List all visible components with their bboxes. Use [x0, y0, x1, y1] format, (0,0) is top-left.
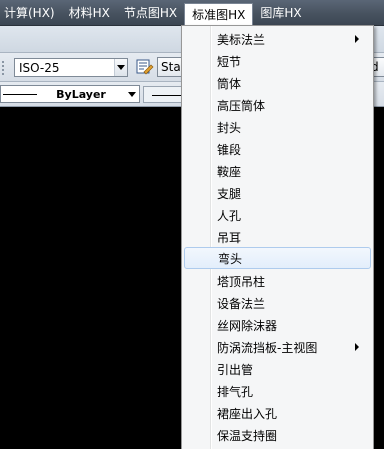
menu-item-label: 封头: [217, 120, 242, 135]
menu-item-short-section[interactable]: 短节: [184, 50, 371, 72]
menu-item-lug[interactable]: 吊耳: [184, 226, 371, 248]
menubar: 计算(HX) 材料HX 节点图HX 标准图HX 图库HX: [0, 0, 384, 26]
standard-drawing-dropdown: 美标法兰 短节 筒体 高压筒体 封头 锥段 鞍座 支腿 人孔 吊耳 弯头 塔顶吊…: [181, 25, 374, 449]
menu-calc[interactable]: 计算(HX): [0, 0, 62, 25]
menu-item-demister[interactable]: 丝网除沫器: [184, 314, 371, 336]
menu-item-cone[interactable]: 锥段: [184, 138, 371, 160]
menu-item-vent-hole[interactable]: 排气孔: [184, 380, 371, 402]
menu-item-label: 人孔: [217, 208, 242, 223]
menu-item-label: 鞍座: [217, 164, 242, 179]
menu-item-label: 设备法兰: [217, 296, 266, 311]
menu-standard-drawing[interactable]: 标准图HX: [184, 3, 254, 25]
dimstyle-combo[interactable]: ISO-25: [14, 58, 128, 77]
menu-item-label: 塔顶吊柱: [217, 274, 266, 289]
menu-item-davit[interactable]: 塔顶吊柱: [184, 270, 371, 292]
menu-item-head[interactable]: 封头: [184, 116, 371, 138]
menu-item-us-flange[interactable]: 美标法兰: [184, 28, 371, 50]
lineweight-combo[interactable]: [143, 86, 192, 103]
menu-item-vortex-breaker[interactable]: 防涡流挡板-主视图: [184, 336, 371, 358]
menu-item-saddle[interactable]: 鞍座: [184, 160, 371, 182]
menu-item-shell[interactable]: 筒体: [184, 72, 371, 94]
menu-item-label: 锥段: [217, 142, 242, 157]
menu-item-manhole[interactable]: 人孔: [184, 204, 371, 226]
menu-node-drawing[interactable]: 节点图HX: [117, 0, 184, 25]
menu-item-label: 美标法兰: [217, 32, 266, 47]
menu-item-label: 引出管: [217, 362, 254, 377]
submenu-arrow-icon: [355, 35, 359, 43]
chevron-down-icon[interactable]: [114, 59, 127, 76]
menu-item-skirt-access[interactable]: 裙座出入孔: [184, 402, 371, 424]
menu-item-label: 吊耳: [217, 230, 242, 245]
linetype-combo[interactable]: ByLayer: [0, 85, 140, 103]
chevron-down-icon[interactable]: [125, 86, 139, 102]
grip-icon[interactable]: [0, 59, 6, 77]
menu-item-label: 筒体: [217, 76, 242, 91]
text-style-icon[interactable]: [136, 58, 154, 76]
menu-item-label: 防涡流挡板-主视图: [217, 340, 318, 355]
menu-item-insulation-ring[interactable]: 保温支持圈: [184, 424, 371, 446]
menu-item-equipment-flange[interactable]: 设备法兰: [184, 292, 371, 314]
menu-item-label: 弯头: [218, 251, 243, 266]
menu-material[interactable]: 材料HX: [62, 0, 117, 25]
menu-item-outlet-pipe[interactable]: 引出管: [184, 358, 371, 380]
menu-item-label: 支腿: [217, 186, 242, 201]
menu-item-leg[interactable]: 支腿: [184, 182, 371, 204]
menu-item-elbow[interactable]: 弯头: [184, 247, 371, 269]
menu-item-label: 裙座出入孔: [217, 406, 278, 421]
line-preview-icon: [3, 93, 37, 95]
menu-item-label: 高压筒体: [217, 98, 266, 113]
menu-item-hp-shell[interactable]: 高压筒体: [184, 94, 371, 116]
linetype-value: ByLayer: [56, 87, 106, 101]
menu-item-label: 短节: [217, 54, 242, 69]
menu-library[interactable]: 图库HX: [253, 0, 308, 25]
menu-item-label: 排气孔: [217, 384, 254, 399]
submenu-arrow-icon: [355, 343, 359, 351]
menu-item-label: 保温支持圈: [217, 428, 278, 443]
dimstyle-value: ISO-25: [19, 60, 60, 75]
menu-item-label: 丝网除沫器: [217, 318, 278, 333]
